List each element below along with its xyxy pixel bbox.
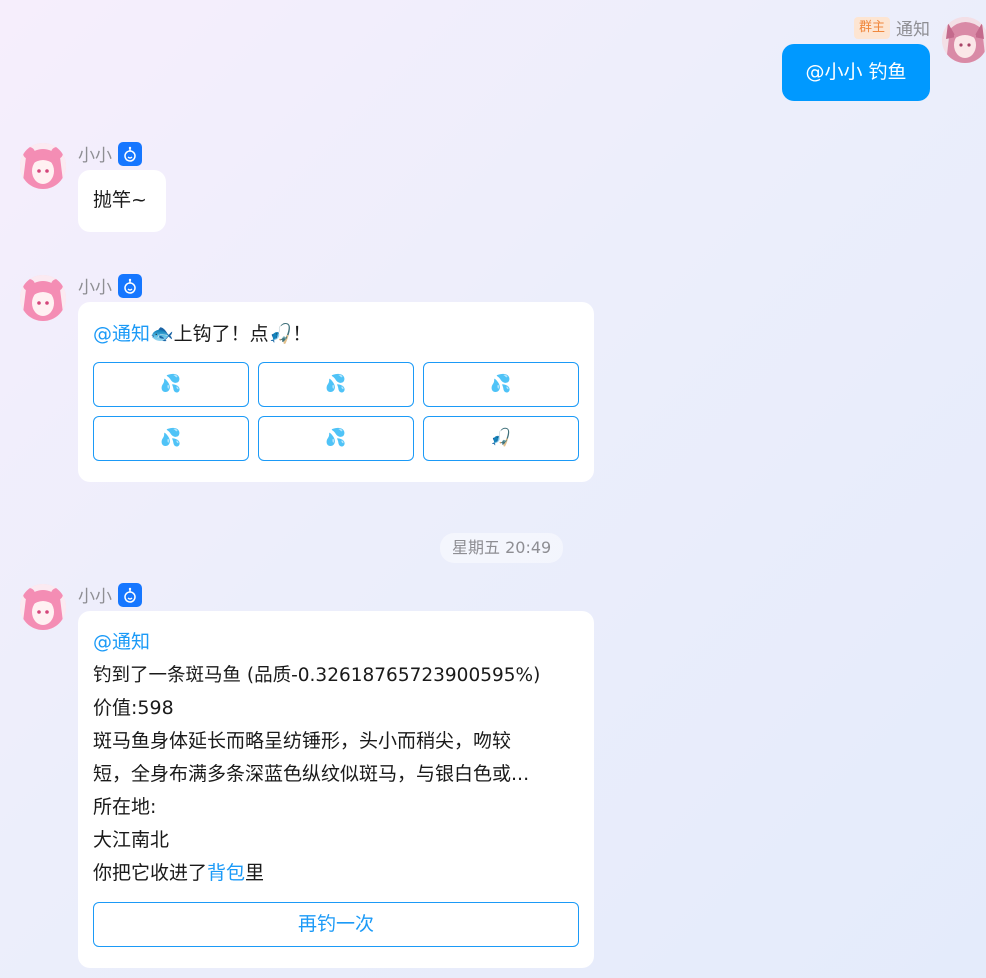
self-avatar[interactable]	[942, 17, 986, 63]
bot-message-bubble[interactable]: 抛竿~	[78, 170, 166, 232]
self-message-text: @小小 钓鱼	[805, 61, 907, 83]
bot-message-text: 🐟上钩了！点🎣！	[150, 323, 312, 345]
bot-name-row: 小小	[78, 141, 142, 166]
bot-avatar[interactable]	[20, 275, 66, 321]
bot-message-text: 抛竿~	[93, 189, 147, 211]
keyboard-button-2[interactable]: 💦	[258, 362, 414, 407]
description-line-2: 短，全身布满多条深蓝色纵纹似斑马，与银白色或...	[93, 763, 530, 785]
backpack-line-suffix: 里	[245, 862, 265, 884]
message-timestamp: 星期五 20:49	[440, 533, 564, 563]
location-value: 大江南北	[93, 829, 170, 851]
self-name-row: 群主 通知	[853, 15, 930, 40]
backpack-line-prefix: 你把它收进了	[93, 862, 208, 884]
bot-avatar-image	[20, 143, 66, 189]
self-message-bubble[interactable]: @小小 钓鱼	[782, 44, 930, 101]
bot-name-row: 小小	[78, 582, 142, 607]
keyboard-button-1[interactable]: 💦	[93, 362, 249, 407]
mention-link[interactable]: @通知	[93, 323, 150, 345]
robot-icon	[118, 273, 142, 298]
self-sender-name[interactable]: 通知	[896, 15, 930, 40]
description-line-1: 斑马鱼身体延长而略呈纺锤形，头小而稍尖，吻较	[93, 730, 512, 752]
bot-avatar-image	[20, 275, 66, 321]
keyboard-button-4[interactable]: 💦	[93, 416, 249, 461]
location-label: 所在地:	[93, 796, 157, 818]
fish-again-button[interactable]: 再钓一次	[93, 902, 579, 947]
backpack-link[interactable]: 背包	[207, 862, 245, 884]
robot-icon	[118, 582, 142, 607]
bot-sender-name[interactable]: 小小	[78, 141, 112, 166]
bot-message-line: @通知🐟上钩了！点🎣！	[93, 318, 311, 351]
bot-sender-name[interactable]: 小小	[78, 273, 112, 298]
mention-link[interactable]: @通知	[93, 626, 583, 659]
robot-icon	[118, 141, 142, 166]
bot-result-bubble: @通知 钓到了一条斑马鱼 (品质-0.32618765723900595%) 价…	[78, 611, 594, 968]
bot-avatar[interactable]	[20, 143, 66, 189]
bot-result-body: @通知 钓到了一条斑马鱼 (品质-0.32618765723900595%) 价…	[93, 626, 583, 890]
bot-name-row: 小小	[78, 273, 142, 298]
value-line: 价值:598	[93, 697, 174, 719]
self-avatar-image	[942, 17, 986, 63]
bot-avatar-image	[20, 584, 66, 630]
keyboard-button-5[interactable]: 💦	[258, 416, 414, 461]
group-owner-badge: 群主	[853, 16, 890, 39]
keyboard-button-3[interactable]: 💦	[423, 362, 579, 407]
bot-keyboard-bubble: @通知🐟上钩了！点🎣！ 💦 💦 💦 💦 💦 🎣	[78, 302, 594, 482]
backpack-line: 你把它收进了背包里	[93, 857, 583, 890]
catch-result-line: 钓到了一条斑马鱼 (品质-0.32618765723900595%)	[93, 665, 541, 686]
bot-avatar[interactable]	[20, 584, 66, 630]
bot-sender-name[interactable]: 小小	[78, 582, 112, 607]
keyboard-button-fishing[interactable]: 🎣	[423, 416, 579, 461]
